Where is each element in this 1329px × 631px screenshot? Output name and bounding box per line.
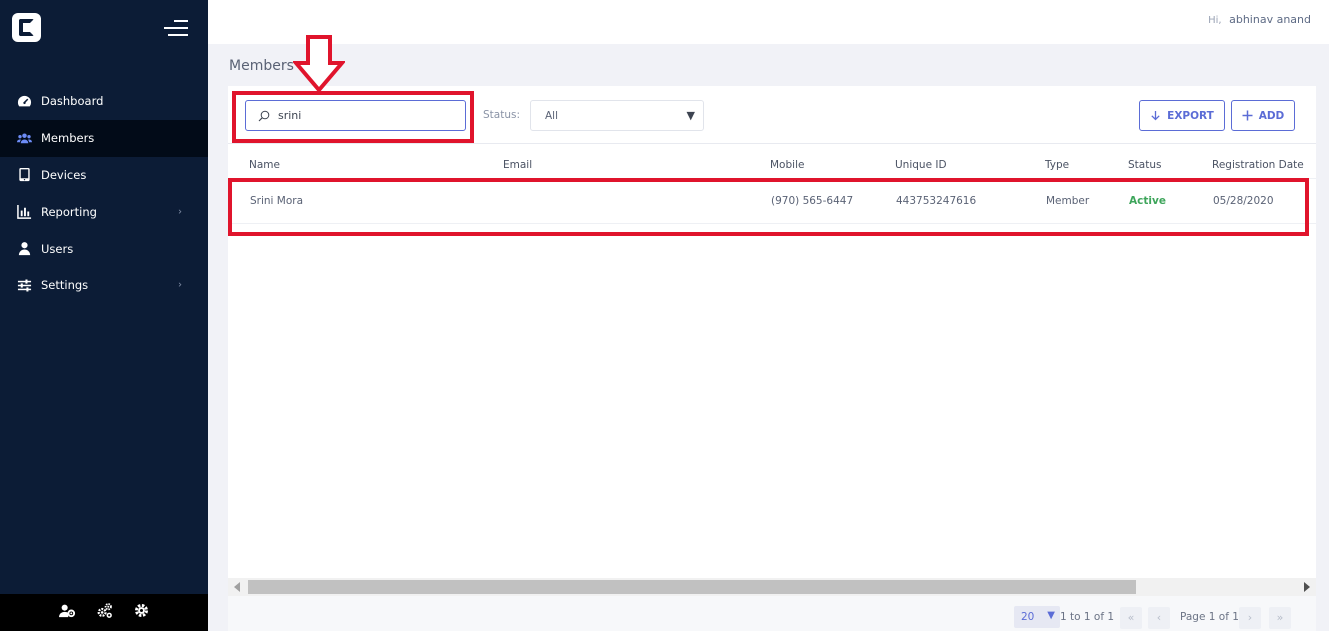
logo-letter-icon bbox=[19, 19, 34, 36]
page-title: Members bbox=[229, 58, 294, 74]
sidebar-item-dashboard[interactable]: Dashboard bbox=[0, 83, 208, 120]
pagination-range: 1 to 1 of 1 bbox=[1060, 611, 1115, 623]
annotation-highlight-search bbox=[232, 91, 474, 143]
top-header: Hi, abhinav anand bbox=[208, 0, 1329, 44]
dashboard-gauge-icon bbox=[16, 93, 32, 109]
sidebar-item-label: Settings bbox=[41, 278, 89, 293]
sidebar-item-label: Dashboard bbox=[41, 94, 104, 109]
user-settings-icon[interactable] bbox=[58, 602, 76, 623]
user-greeting[interactable]: Hi, abhinav anand bbox=[1208, 13, 1311, 26]
export-button[interactable]: EXPORT bbox=[1139, 100, 1225, 131]
sidebar-nav: Dashboard Members Devices Reporting › Us… bbox=[0, 83, 208, 304]
sidebar-item-devices[interactable]: Devices bbox=[0, 157, 208, 194]
members-group-icon bbox=[16, 130, 32, 146]
pagination-bar: 20 ▼ 1 to 1 of 1 « ‹ Page 1 of 1 › » bbox=[228, 596, 1316, 631]
tablet-icon bbox=[16, 167, 32, 183]
sidebar-item-reporting[interactable]: Reporting › bbox=[0, 193, 208, 230]
add-member-button[interactable]: ADD bbox=[1231, 100, 1295, 131]
arrow-down-icon bbox=[1151, 111, 1160, 121]
greeting-text: Hi, bbox=[1208, 15, 1222, 26]
cogs-icon[interactable] bbox=[96, 602, 113, 623]
chevron-right-icon: › bbox=[178, 279, 182, 291]
app-logo[interactable] bbox=[12, 13, 41, 42]
plus-icon bbox=[1242, 110, 1253, 121]
sidebar-item-settings[interactable]: Settings › bbox=[0, 267, 208, 304]
export-button-label: EXPORT bbox=[1167, 109, 1214, 122]
page-size-select[interactable]: 20 ▼ bbox=[1014, 606, 1060, 628]
status-filter-select[interactable]: All ▼ bbox=[530, 100, 704, 131]
gear-icon[interactable] bbox=[133, 602, 150, 623]
bar-chart-icon bbox=[16, 204, 32, 220]
page-size-value: 20 bbox=[1021, 611, 1035, 623]
horizontal-scrollbar[interactable] bbox=[228, 578, 1316, 596]
next-page-icon[interactable]: › bbox=[1239, 607, 1261, 629]
caret-down-icon: ▼ bbox=[1047, 610, 1055, 621]
sidebar: Dashboard Members Devices Reporting › Us… bbox=[0, 0, 208, 631]
sidebar-item-label: Devices bbox=[41, 167, 87, 182]
last-page-icon[interactable]: » bbox=[1269, 607, 1291, 629]
prev-page-icon[interactable]: ‹ bbox=[1148, 607, 1170, 629]
user-icon bbox=[16, 241, 32, 257]
annotation-highlight-row bbox=[228, 178, 1309, 236]
column-header-status[interactable]: Status bbox=[1128, 159, 1161, 171]
status-filter-value: All bbox=[545, 110, 559, 122]
page-indicator: Page 1 of 1 bbox=[1180, 611, 1239, 623]
members-card: Status: All ▼ EXPORT ADD Name Email Mobi… bbox=[228, 86, 1316, 631]
column-header-mobile[interactable]: Mobile bbox=[770, 159, 804, 171]
chevron-right-icon: › bbox=[178, 206, 182, 218]
status-filter-label: Status: bbox=[483, 109, 520, 121]
column-header-name[interactable]: Name bbox=[249, 159, 280, 171]
sidebar-item-label: Members bbox=[41, 131, 95, 146]
column-header-email[interactable]: Email bbox=[503, 159, 532, 171]
sidebar-item-label: Users bbox=[41, 241, 74, 256]
column-header-type[interactable]: Type bbox=[1045, 159, 1069, 171]
add-button-label: ADD bbox=[1258, 109, 1285, 122]
username: abhinav anand bbox=[1229, 13, 1311, 26]
sliders-icon bbox=[16, 277, 32, 293]
column-header-registration-date[interactable]: Registration Date bbox=[1212, 159, 1304, 171]
sidebar-item-users[interactable]: Users bbox=[0, 230, 208, 267]
annotation-arrow-icon bbox=[293, 35, 345, 93]
table-header: Name Email Mobile Unique ID Type Status … bbox=[228, 152, 1316, 178]
sidebar-footer bbox=[0, 594, 208, 631]
scroll-right-icon[interactable] bbox=[1304, 582, 1310, 592]
scroll-left-icon[interactable] bbox=[234, 582, 240, 592]
caret-down-icon: ▼ bbox=[686, 109, 695, 122]
column-header-unique-id[interactable]: Unique ID bbox=[895, 159, 947, 171]
menu-toggle-icon[interactable] bbox=[164, 18, 188, 38]
scrollbar-thumb[interactable] bbox=[248, 580, 1136, 594]
sidebar-item-members[interactable]: Members bbox=[0, 119, 208, 157]
sidebar-item-label: Reporting bbox=[41, 204, 97, 219]
first-page-icon[interactable]: « bbox=[1120, 607, 1142, 629]
